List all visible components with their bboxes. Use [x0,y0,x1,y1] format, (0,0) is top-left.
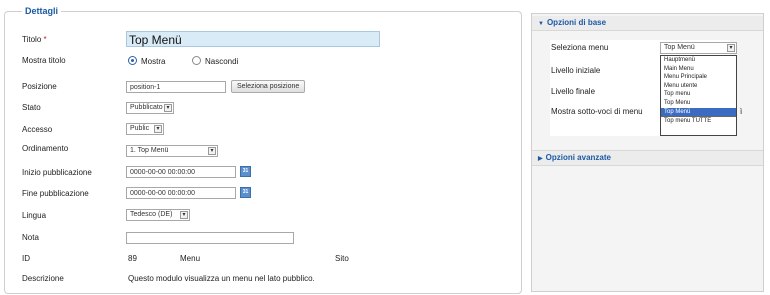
dropdown-option[interactable]: Main Menu [661,65,736,74]
dropdown-option[interactable]: Top Menu [661,99,736,108]
description-text: Questo modulo visualizza un menu nel lat… [128,274,315,283]
radio-unselected-icon [192,56,201,65]
radio-show-label: Mostra [141,57,166,66]
note-input[interactable] [126,232,294,244]
title-label-text: Titolo [22,35,42,44]
module-client: Sito [335,254,349,263]
ordering-label: Ordinamento [22,144,69,153]
state-select[interactable]: Pubblicato ▾ [126,102,174,114]
basic-options-header[interactable]: ▼ Opzioni di base [532,16,763,31]
end-level-label: Livello finale [551,87,596,96]
language-value: Tedesco (DE) [130,211,173,218]
id-value: 89 [128,254,137,263]
calendar-icon[interactable]: 31 [240,187,251,198]
required-mark: * [43,35,47,44]
description-label: Descrizione [22,274,64,283]
note-label: Nota [22,233,39,242]
chevron-down-icon: ▾ [164,104,172,112]
access-value: Public [130,125,150,132]
dropdown-option[interactable]: Menu utente [661,82,736,91]
language-select[interactable]: Tedesco (DE) ▾ [126,209,190,221]
select-menu-value: Top Menü [664,44,695,51]
access-label: Accesso [22,125,53,134]
dropdown-option-selected[interactable]: Top Menü [661,107,736,117]
select-menu-dropdown[interactable]: Top Menü ▾ [660,42,737,54]
dropdown-option[interactable]: Hauptmenü [661,56,736,65]
chevron-down-icon: ▾ [727,44,735,52]
menu-dropdown-list: Hauptmenü Main Menu Menu Principale Menu… [660,55,737,136]
module-type: Menu [180,254,201,263]
id-label: ID [22,254,30,263]
select-menu-label: Seleziona menu [551,43,609,52]
language-label: Lingua [22,211,47,220]
show-subitems-value: ì [740,107,743,116]
show-title-radio-hide[interactable]: Nascondi [192,56,238,66]
publish-up-input[interactable]: 0000-00-00 00:00:00 [126,166,236,178]
ordering-select[interactable]: 1. Top Menü ▾ [126,145,218,157]
publish-up-label: Inizio pubblicazione [22,168,92,177]
dropdown-option[interactable]: Menu Principale [661,73,736,82]
radio-selected-icon [128,56,137,65]
ordering-value: 1. Top Menü [130,147,169,154]
position-label: Posizione [22,82,57,91]
chevron-down-icon: ▾ [208,147,216,155]
select-position-button[interactable]: Seleziona posizione [231,80,306,93]
dropdown-option[interactable]: Top menu [661,90,736,99]
basic-options-title: Opzioni di base [546,18,607,27]
title-input[interactable]: Top Menü [126,31,380,47]
show-subitems-label: Mostra sotto-voci di menu [551,107,643,116]
start-level-label: Livello iniziale [551,66,601,75]
radio-hide-label: Nascondi [205,57,239,66]
triangle-right-icon: ▶ [538,156,543,162]
chevron-down-icon: ▾ [154,125,162,133]
publish-down-input[interactable]: 0000-00-00 00:00:00 [126,187,236,199]
access-select[interactable]: Public ▾ [126,123,164,135]
details-fieldset [4,11,522,294]
dropdown-option[interactable]: Top menu TUTTE [661,116,736,126]
show-title-radio-show[interactable]: Mostra [128,56,165,66]
state-label: Stato [22,103,41,112]
triangle-down-icon: ▼ [538,21,544,27]
advanced-options-title: Opzioni avanzate [545,153,611,162]
state-value: Pubblicato [130,104,163,111]
title-label: Titolo * [22,35,47,44]
position-input[interactable]: position-1 [126,81,226,93]
calendar-icon[interactable]: 31 [240,166,251,177]
chevron-down-icon: ▾ [180,211,188,219]
advanced-options-header[interactable]: ▶ Opzioni avanzate [532,150,763,166]
publish-down-label: Fine pubblicazione [22,189,89,198]
details-legend: Dettagli [22,6,62,16]
show-title-label: Mostra titolo [22,56,66,65]
